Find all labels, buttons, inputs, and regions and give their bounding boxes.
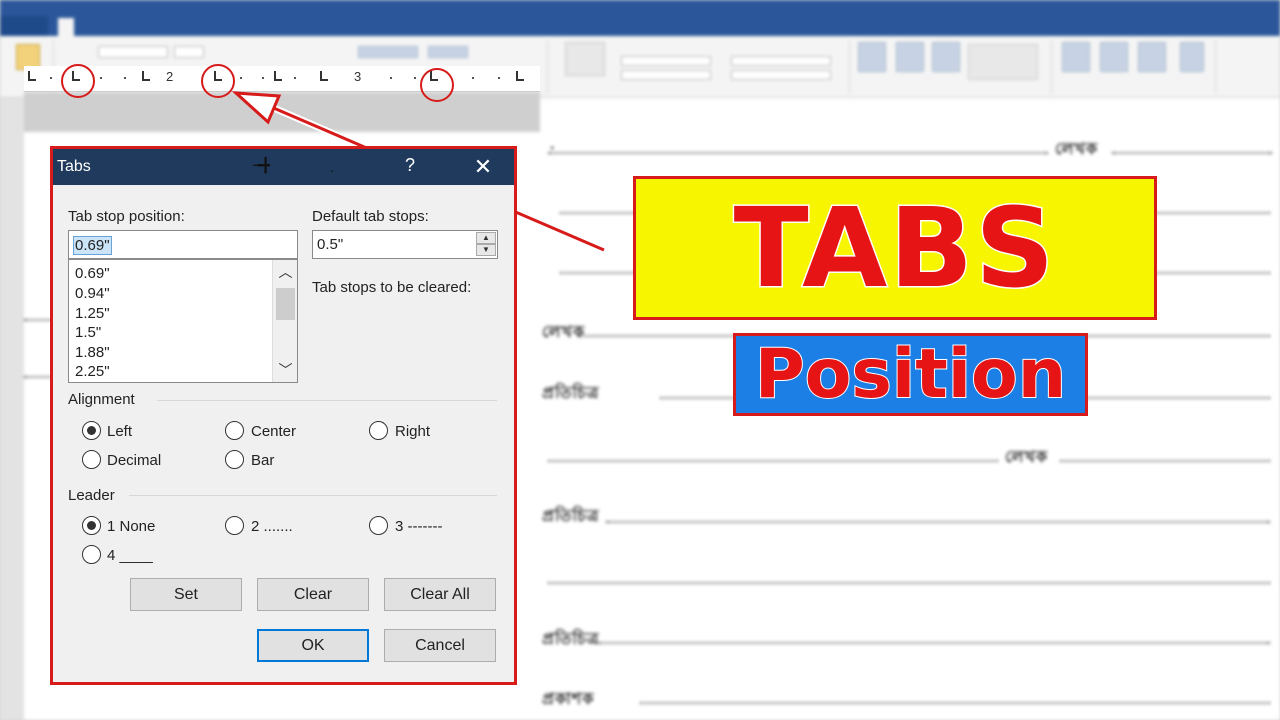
default-tab-stops-label: Default tab stops:: [312, 208, 429, 225]
alignment-right-radio[interactable]: [369, 421, 388, 440]
chevron-down-icon[interactable]: ﹀: [273, 360, 297, 380]
leader-dots-label[interactable]: 2 .......: [251, 518, 293, 535]
list-item[interactable]: 1.25": [75, 305, 110, 322]
help-icon[interactable]: ?: [405, 155, 415, 176]
chevron-up-icon[interactable]: ︿: [273, 262, 297, 282]
dialog-title: Tabs: [57, 158, 91, 175]
dot-icon: .: [330, 159, 334, 175]
leader-label: Leader: [68, 487, 115, 504]
list-scrollbar[interactable]: ︿ ﹀: [272, 260, 297, 382]
spin-down-icon[interactable]: ▼: [476, 244, 496, 256]
alignment-decimal-radio[interactable]: [82, 450, 101, 469]
alignment-center-radio[interactable]: [225, 421, 244, 440]
list-item[interactable]: 2.25": [75, 363, 110, 380]
scroll-thumb[interactable]: [276, 288, 295, 320]
clear-button[interactable]: Clear: [257, 578, 369, 611]
spinner[interactable]: ▲ ▼: [476, 232, 496, 257]
leader-none-label[interactable]: 1 None: [107, 518, 155, 535]
alignment-decimal-label[interactable]: Decimal: [107, 452, 161, 469]
title-banner: TABS: [633, 176, 1157, 320]
close-icon[interactable]: ✕: [465, 152, 501, 182]
leader-dots-radio[interactable]: [225, 516, 244, 535]
leader-dashes-radio[interactable]: [369, 516, 388, 535]
pin-icon: ╼╋: [253, 157, 270, 173]
subtitle-banner: Position: [733, 333, 1088, 416]
tab-stop-list[interactable]: 0.69" 0.94" 1.25" 1.5" 1.88" 2.25" ︿ ﹀: [68, 259, 298, 383]
alignment-bar-label[interactable]: Bar: [251, 452, 274, 469]
set-button[interactable]: Set: [130, 578, 242, 611]
list-item[interactable]: 1.88": [75, 344, 110, 361]
list-item[interactable]: 0.69": [75, 265, 110, 282]
default-tab-stops-input[interactable]: 0.5" ▲ ▼: [312, 230, 498, 259]
leader-none-radio[interactable]: [82, 516, 101, 535]
alignment-center-label[interactable]: Center: [251, 423, 296, 440]
default-tab-stops-value: 0.5": [317, 236, 344, 253]
dialog-title-bar[interactable]: Tabs ╼╋ . ? ✕: [53, 149, 514, 185]
tab-stops-to-clear-label: Tab stops to be cleared:: [312, 279, 472, 296]
subtitle-text: Position: [754, 335, 1067, 414]
leader-dashes-label[interactable]: 3 -------: [395, 518, 442, 535]
spin-up-icon[interactable]: ▲: [476, 232, 496, 244]
clear-all-button[interactable]: Clear All: [384, 578, 496, 611]
alignment-left-radio[interactable]: [82, 421, 101, 440]
alignment-bar-radio[interactable]: [225, 450, 244, 469]
leader-underline-label[interactable]: 4 ____: [107, 547, 153, 564]
alignment-right-label[interactable]: Right: [395, 423, 430, 440]
tab-stop-position-value: 0.69": [73, 236, 112, 255]
leader-underline-radio[interactable]: [82, 545, 101, 564]
tab-stop-position-input[interactable]: 0.69": [68, 230, 298, 259]
list-item[interactable]: 1.5": [75, 324, 101, 341]
alignment-label: Alignment: [68, 391, 135, 408]
tabs-dialog: Tabs ╼╋ . ? ✕ Tab stop position: 0.69" 0…: [50, 146, 517, 685]
list-item[interactable]: 0.94": [75, 285, 110, 302]
cancel-button[interactable]: Cancel: [384, 629, 496, 662]
ok-button[interactable]: OK: [257, 629, 369, 662]
alignment-left-label[interactable]: Left: [107, 423, 132, 440]
title-text: TABS: [732, 183, 1057, 314]
tab-stop-position-label: Tab stop position:: [68, 208, 185, 225]
